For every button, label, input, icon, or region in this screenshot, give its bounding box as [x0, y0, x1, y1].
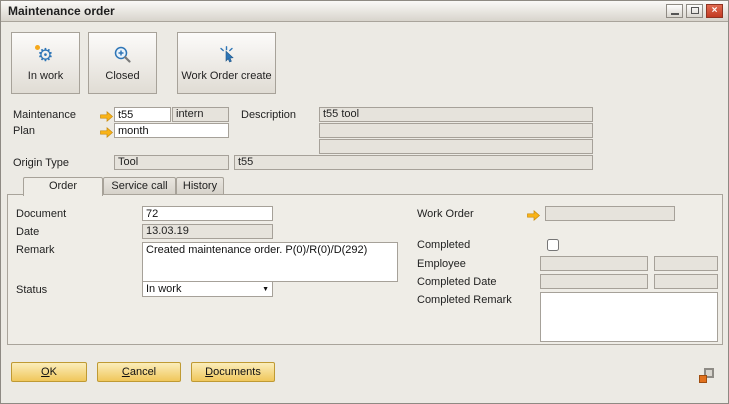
maintenance-label: Maintenance	[13, 109, 76, 121]
order-tab-panel: Document Date 13.03.19 Remark Created ma…	[7, 194, 723, 345]
document-label: Document	[16, 208, 66, 220]
remark-textarea[interactable]: Created maintenance order. P(0)/R(0)/D(2…	[142, 242, 398, 282]
in-work-button-label: In work	[28, 70, 63, 82]
zoom-in-icon	[112, 44, 134, 66]
completed-label: Completed	[417, 239, 470, 251]
maintenance-order-window: Maintenance order × ⚙ In work Closed	[0, 0, 729, 404]
tab-history[interactable]: History	[176, 177, 224, 194]
link-arrow-icon[interactable]	[100, 109, 113, 120]
employee-code-field	[540, 256, 648, 271]
description-extra-field-1	[319, 123, 593, 138]
completed-checkbox[interactable]	[547, 239, 559, 251]
completed-date-field	[540, 274, 648, 289]
work-order-create-button[interactable]: Work Order create	[177, 32, 276, 94]
origin-ref-field: t55	[234, 155, 593, 170]
description-extra-field-2	[319, 139, 593, 154]
maximize-icon	[691, 7, 699, 14]
completed-date-label: Completed Date	[417, 276, 497, 288]
work-order-field	[545, 206, 675, 221]
description-field: t55 tool	[319, 107, 593, 122]
cancel-button[interactable]: Cancel	[97, 362, 181, 382]
work-order-create-button-label: Work Order create	[181, 70, 271, 82]
completed-remark-label: Completed Remark	[417, 294, 512, 306]
close-icon: ×	[712, 5, 718, 16]
status-value: In work	[146, 283, 181, 296]
plan-input[interactable]	[114, 123, 229, 138]
maximize-button[interactable]	[686, 4, 703, 18]
date-label: Date	[16, 226, 39, 238]
status-select[interactable]: In work ▼	[142, 281, 273, 297]
employee-label: Employee	[417, 258, 466, 270]
origin-type-field: Tool	[114, 155, 229, 170]
plan-label: Plan	[13, 125, 35, 137]
cancel-button-label: Cancel	[98, 366, 180, 378]
minimize-button[interactable]	[666, 4, 683, 18]
titlebar[interactable]: Maintenance order ×	[1, 1, 728, 22]
resize-grip-icon[interactable]	[699, 368, 714, 383]
tab-order[interactable]: Order	[23, 177, 103, 196]
in-work-button[interactable]: ⚙ In work	[11, 32, 80, 94]
ok-button-label: OK	[12, 366, 86, 378]
tab-service-call[interactable]: Service call	[103, 177, 176, 194]
origin-type-label: Origin Type	[13, 157, 69, 169]
remark-label: Remark	[16, 244, 55, 256]
closed-button-label: Closed	[105, 70, 139, 82]
employee-name-field	[654, 256, 718, 271]
status-label: Status	[16, 284, 47, 296]
minimize-icon	[671, 13, 679, 15]
closed-button[interactable]: Closed	[88, 32, 157, 94]
ok-button[interactable]: OK	[11, 362, 87, 382]
work-order-label: Work Order	[417, 208, 474, 220]
gear-icon: ⚙	[35, 44, 57, 66]
document-input[interactable]	[142, 206, 273, 221]
completed-time-field	[654, 274, 718, 289]
completed-remark-textarea[interactable]	[540, 292, 718, 342]
pointer-click-icon	[216, 44, 238, 66]
maintenance-code-input[interactable]	[114, 107, 171, 122]
window-title: Maintenance order	[1, 4, 115, 18]
documents-button-label: Documents	[192, 366, 274, 378]
description-label: Description	[241, 109, 296, 121]
dropdown-arrow-icon: ▼	[260, 283, 269, 296]
date-field: 13.03.19	[142, 224, 273, 239]
link-arrow-icon[interactable]	[527, 208, 540, 219]
close-button[interactable]: ×	[706, 4, 723, 18]
titlebar-buttons: ×	[666, 4, 723, 18]
link-arrow-icon[interactable]	[100, 125, 113, 136]
maintenance-kind-field: intern	[172, 107, 229, 122]
documents-button[interactable]: Documents	[191, 362, 275, 382]
